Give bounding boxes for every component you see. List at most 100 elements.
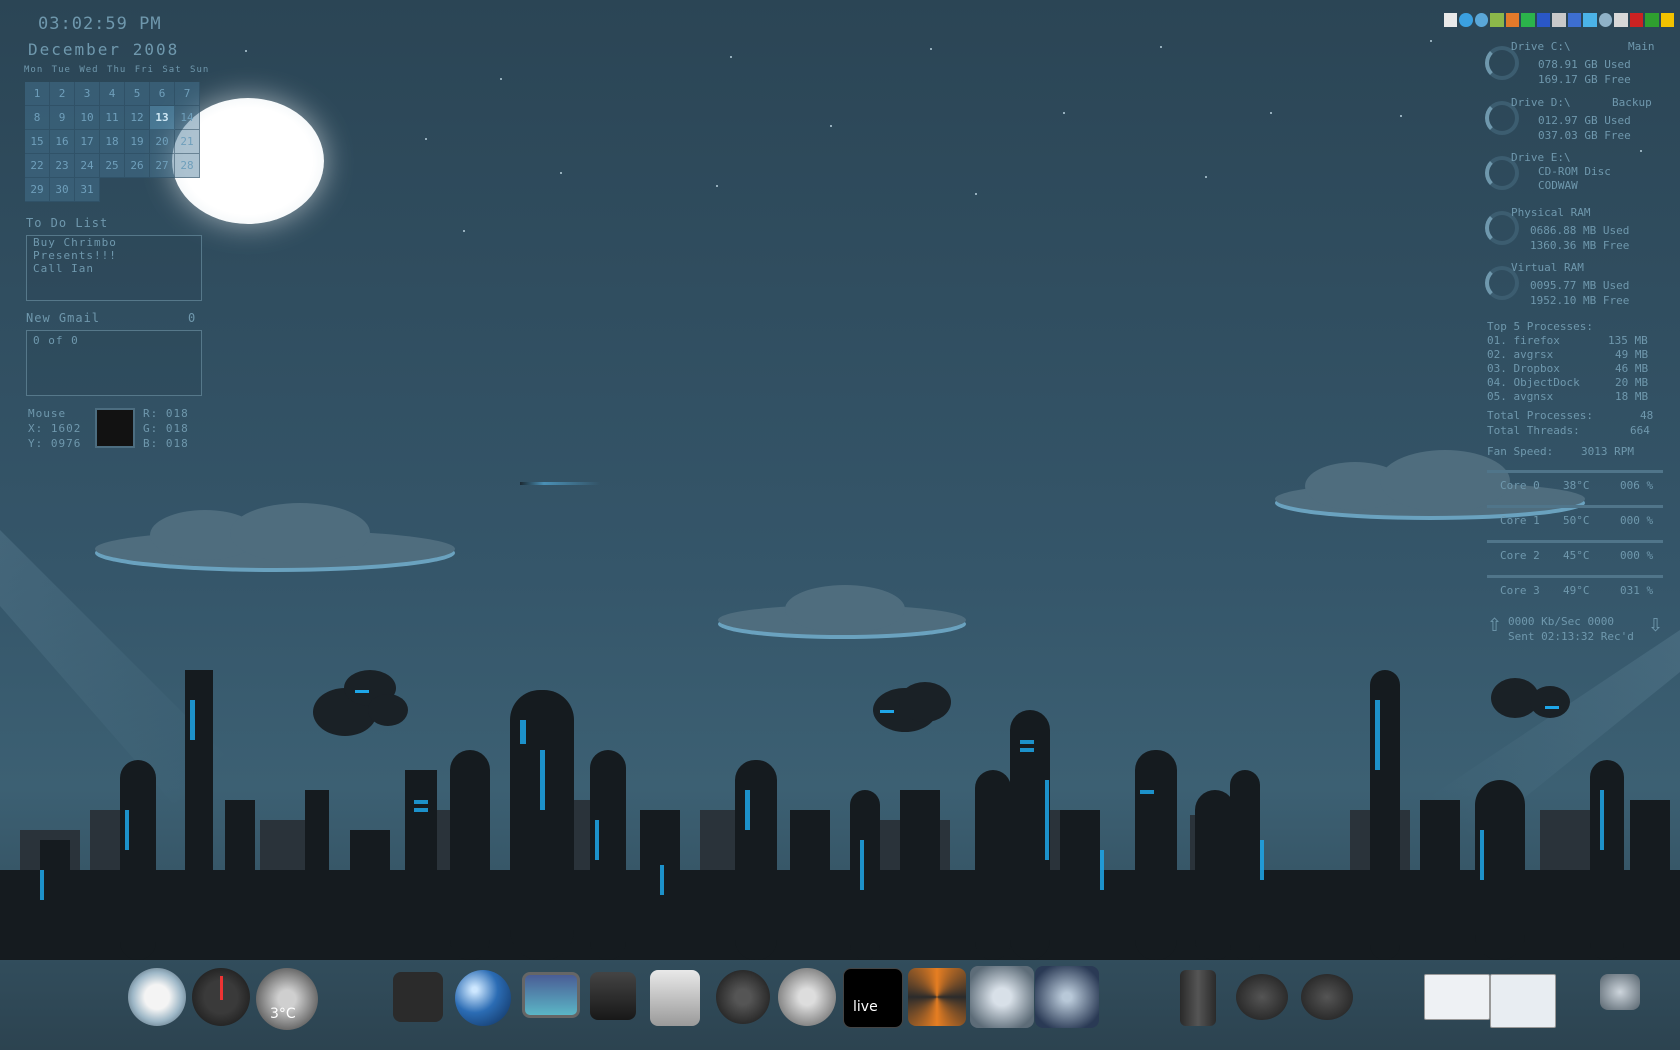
process-mem: 18 MB: [1615, 390, 1649, 403]
core-temp: 49°C: [1563, 584, 1590, 597]
calendar-day[interactable]: 16: [50, 130, 75, 154]
calendar-day[interactable]: 28: [175, 154, 200, 178]
ableton-live-icon[interactable]: live: [843, 968, 903, 1028]
mouse-b: B: 018: [143, 437, 189, 450]
tray-icon[interactable]: [1536, 13, 1551, 27]
calendar-day[interactable]: 8: [25, 106, 50, 130]
calendar-day[interactable]: 25: [100, 154, 125, 178]
restart-icon[interactable]: [1236, 974, 1288, 1020]
calendar-day[interactable]: 9: [50, 106, 75, 130]
process-name: 03. Dropbox: [1487, 362, 1560, 375]
reason-icon[interactable]: [908, 968, 966, 1026]
ram-line2: 1952.10 MB Free: [1530, 294, 1630, 307]
calendar-day[interactable]: 23: [50, 154, 75, 178]
tray-icon[interactable]: [1474, 13, 1489, 27]
todo-title: To Do List: [26, 216, 109, 230]
ram-name: Physical RAM: [1511, 206, 1591, 219]
dock: 3°C live: [0, 940, 1680, 1050]
weather-temp: 3°C: [270, 1006, 296, 1022]
calendar-day[interactable]: 15: [25, 130, 50, 154]
mouse-y: Y: 0976: [28, 437, 82, 450]
calendar-day[interactable]: 18: [100, 130, 125, 154]
calendar-day[interactable]: 1: [25, 82, 50, 106]
calendar-day[interactable]: 27: [150, 154, 175, 178]
calendar-day[interactable]: 21: [175, 130, 200, 154]
calendar-day[interactable]: 30: [50, 178, 75, 202]
tray-icon[interactable]: [1505, 13, 1520, 27]
calendar-day[interactable]: 6: [150, 82, 175, 106]
tray-icon[interactable]: [1660, 13, 1675, 27]
spaceship-icon[interactable]: [1600, 974, 1640, 1010]
core-load: 000 %: [1620, 549, 1654, 562]
calendar-day[interactable]: 17: [75, 130, 100, 154]
calendar-day[interactable]: 19: [125, 130, 150, 154]
tray-icon[interactable]: [1552, 13, 1566, 27]
tray-icon[interactable]: [1490, 13, 1504, 27]
core-label: Core 2: [1500, 549, 1540, 562]
window-thumbnail[interactable]: [1490, 974, 1556, 1028]
calendar-day[interactable]: 4: [100, 82, 125, 106]
calendar-day[interactable]: 14: [175, 106, 200, 130]
star-game-icon[interactable]: [1035, 966, 1099, 1028]
calendar-day[interactable]: 26: [125, 154, 150, 178]
drive-tag: Main: [1628, 40, 1655, 53]
total-processes: 48: [1640, 409, 1654, 422]
calendar-day[interactable]: 20: [150, 130, 175, 154]
tray-icon[interactable]: [1444, 13, 1458, 27]
monitor-icon[interactable]: [522, 972, 580, 1018]
network-rate: 0000 Kb/Sec 0000: [1508, 615, 1614, 628]
total-threads-label: Total Threads:: [1487, 424, 1580, 437]
mouse-r: R: 018: [143, 407, 189, 420]
tray-icon[interactable]: [1614, 13, 1628, 27]
calendar-day[interactable]: 3: [75, 82, 100, 106]
todo-list[interactable]: Buy Chrimbo Presents!!! Call Ian: [26, 235, 202, 301]
core-load: 031 %: [1620, 584, 1654, 597]
clock-dock-icon[interactable]: [192, 968, 250, 1026]
calendar-day[interactable]: 22: [25, 154, 50, 178]
hard-drive-icon[interactable]: [590, 972, 636, 1020]
process-name: 04. ObjectDock: [1487, 376, 1580, 389]
calendar-day[interactable]: 2: [50, 82, 75, 106]
tray-icon[interactable]: [1583, 13, 1597, 27]
window-thumbnail[interactable]: [1424, 974, 1490, 1020]
drive-name: Drive D:\: [1511, 96, 1571, 109]
system-tray: [1444, 13, 1675, 29]
speaker-icon[interactable]: [128, 968, 186, 1026]
calendar-day[interactable]: 13: [150, 106, 175, 130]
calendar-day[interactable]: 31: [75, 178, 100, 202]
calendar-day[interactable]: 12: [125, 106, 150, 130]
tray-icon[interactable]: [1629, 13, 1644, 27]
calendar-day[interactable]: 5: [125, 82, 150, 106]
ram-line1: 0686.88 MB Used: [1530, 224, 1630, 237]
globe-icon[interactable]: [455, 970, 511, 1026]
drive-line2: 037.03 GB Free: [1538, 129, 1631, 142]
tray-icon[interactable]: [1521, 13, 1535, 27]
download-arrow-icon: ⇩: [1648, 615, 1664, 636]
tray-icon[interactable]: [1459, 13, 1473, 27]
mouse-coords: Mouse X: 1602 Y: 0976: [28, 406, 81, 451]
tray-icon[interactable]: [1598, 13, 1613, 27]
documents-icon[interactable]: [650, 970, 700, 1026]
drive-name: Drive C:\: [1511, 40, 1571, 53]
tray-icon[interactable]: [1567, 13, 1582, 27]
calendar-day[interactable]: 29: [25, 178, 50, 202]
calendar-day[interactable]: 7: [175, 82, 200, 106]
drive-name: Drive E:\: [1511, 151, 1571, 164]
fan-speed-label: Fan Speed:: [1487, 445, 1554, 458]
music-icon[interactable]: [716, 970, 770, 1024]
calendar-day[interactable]: 10: [75, 106, 100, 130]
calendar-day[interactable]: 11: [100, 106, 125, 130]
clock-time: 03:02:59 PM: [38, 14, 162, 34]
core-load: 000 %: [1620, 514, 1654, 527]
feather-icon[interactable]: [778, 968, 836, 1026]
gmail-box[interactable]: 0 of 0: [26, 330, 202, 396]
power-icon[interactable]: [1301, 974, 1353, 1020]
mouse-rgb: R: 018 G: 018 B: 018: [143, 406, 189, 451]
tray-icon[interactable]: [1645, 13, 1659, 27]
game-icon[interactable]: [970, 966, 1034, 1028]
trash-icon[interactable]: [1180, 970, 1216, 1026]
calendar-day[interactable]: 24: [75, 154, 100, 178]
windows-icon[interactable]: [393, 972, 443, 1022]
core-label: Core 1: [1500, 514, 1540, 527]
weather-icon[interactable]: 3°C: [256, 968, 318, 1030]
